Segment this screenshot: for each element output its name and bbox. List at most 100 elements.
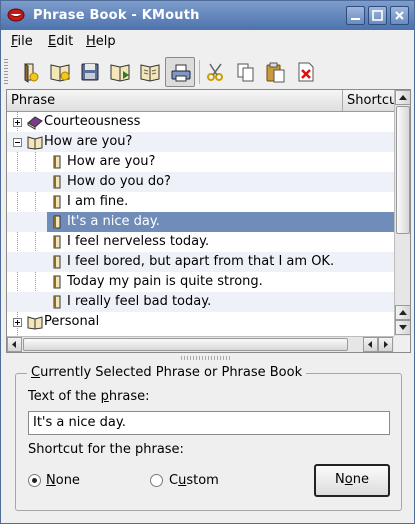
copy-icon [237,63,254,82]
tree-row-label: How are you? [44,134,133,149]
save-button[interactable] [75,57,105,87]
tree-row-phrase[interactable]: How do you do? [7,172,394,192]
toolbar-separator [199,60,200,84]
radio-custom[interactable] [150,474,163,487]
radio-none[interactable] [28,474,41,487]
open-phrase-book-icon [27,136,43,150]
phrase-text-input[interactable]: It's a nice day. [28,411,390,435]
cut-button[interactable] [201,57,231,87]
paste-button[interactable] [261,57,291,87]
radio-custom-label[interactable]: Custom [169,473,219,488]
menu-edit[interactable]: Edit [48,34,73,49]
title-bar[interactable]: Phrase Book - KMouth [1,1,414,30]
expand-icon[interactable] [13,318,22,327]
horizontal-scroll-thumb[interactable] [23,338,348,351]
menu-bar: File Edit Help [1,31,414,53]
main-window: Phrase Book - KMouth File Edit Help Phra… [0,0,415,524]
arrow-up-icon [399,95,407,100]
phrase-text-label: Text of the phrase: [28,389,150,404]
tree-row-book[interactable]: Courteousness [7,112,394,132]
tree-row-label: How do you do? [67,174,171,189]
maximize-button[interactable] [368,6,387,25]
tree-rows: Courteousness How are you? How are you? … [7,112,394,336]
radio-none-accel: N [46,473,56,488]
menu-help[interactable]: Help [86,34,116,49]
menu-help-accel: H [86,34,96,49]
phrase-icon [53,215,61,229]
tree-row-label: Personal [44,314,100,329]
phrase-icon [53,175,61,189]
tree-row-phrase[interactable]: I feel bored, but apart from that I am O… [7,252,394,272]
phrase-icon [53,275,61,289]
menu-edit-accel: E [48,34,57,49]
tree-row-phrase[interactable]: Today my pain is quite strong. [7,272,394,292]
toolbar [1,55,414,91]
expand-icon[interactable] [13,118,22,127]
tree-row-phrase[interactable]: How are you? [7,152,394,172]
delete-button[interactable] [291,57,321,87]
menu-help-label: elp [95,34,116,49]
phrase-icon [53,295,61,309]
scroll-down-button[interactable] [395,320,410,335]
shortcut-button-text: N [335,472,345,487]
paste-icon [266,62,285,83]
radio-none-label[interactable]: None [46,473,80,488]
tree-row-label: It's a nice day. [67,214,160,229]
arrow-up-icon [399,310,407,315]
new-phrase-book-button[interactable] [45,57,75,87]
scroll-right-button[interactable] [378,337,393,352]
import-button[interactable] [105,57,135,87]
scroll-left-button[interactable] [7,337,22,352]
menu-edit-label: dit [56,34,74,49]
arrow-down-icon [399,325,407,330]
vertical-scroll-thumb[interactable] [396,106,410,234]
toolbar-handle[interactable] [4,59,8,85]
menu-file-label: ile [17,34,33,49]
arrow-left-icon [368,341,372,348]
group-title-label: urrently Selected Phrase or Phrase Book [40,365,303,380]
vertical-scrollbar[interactable] [394,90,410,336]
menu-file[interactable]: File [11,34,33,49]
group-title-accel: C [31,365,41,380]
scroll-up-button[interactable] [395,90,410,105]
phrase-icon [53,235,61,249]
tree-row-label: I feel bored, but apart from that I am O… [67,254,335,269]
radio-none-text: one [55,473,80,488]
phrase-icon [53,195,61,209]
tree-row-phrase[interactable]: I feel nerveless today. [7,232,394,252]
tree-row-label: I really feel bad today. [67,294,212,309]
tree-row-label: Today my pain is quite strong. [67,274,263,289]
phrase-text-label-part: Text of the [28,389,101,404]
tree-row-book[interactable]: Personal [7,312,394,332]
new-phrase-button[interactable] [15,57,45,87]
import-standard-icon [140,64,160,82]
collapse-icon[interactable] [13,138,22,147]
splitter-handle[interactable] [181,356,231,360]
minimize-icon [351,18,360,20]
phrase-icon [53,255,61,269]
tree-row-book[interactable]: How are you? [7,132,394,152]
tree-row-phrase-selected[interactable]: It's a nice day. [7,212,394,232]
phrase-tree[interactable]: Phrase Shortcut Courteousness [6,89,411,353]
print-button[interactable] [165,57,195,87]
import-standard-button[interactable] [135,57,165,87]
copy-button[interactable] [231,57,261,87]
tree-row-phrase[interactable]: I am fine. [7,192,394,212]
kmouth-app-icon[interactable] [7,7,25,23]
minimize-button[interactable] [346,6,365,25]
shortcut-button[interactable]: None [314,464,390,497]
column-header-shortcut[interactable]: Shortcut [343,90,394,111]
shortcut-button-accel: o [344,472,353,487]
horizontal-scrollbar[interactable] [7,336,394,352]
open-phrase-book-icon [27,316,43,330]
shortcut-button-text: ne [352,472,369,487]
arrow-left-icon [12,341,16,348]
close-button[interactable] [390,6,409,25]
close-icon [395,11,404,20]
scroll-corner [394,336,410,352]
scroll-left-button-2[interactable] [363,337,378,352]
column-header-phrase[interactable]: Phrase [7,90,343,111]
scroll-up-button-2[interactable] [395,305,410,320]
phrase-icon [53,155,61,169]
tree-row-phrase[interactable]: I really feel bad today. [7,292,394,312]
